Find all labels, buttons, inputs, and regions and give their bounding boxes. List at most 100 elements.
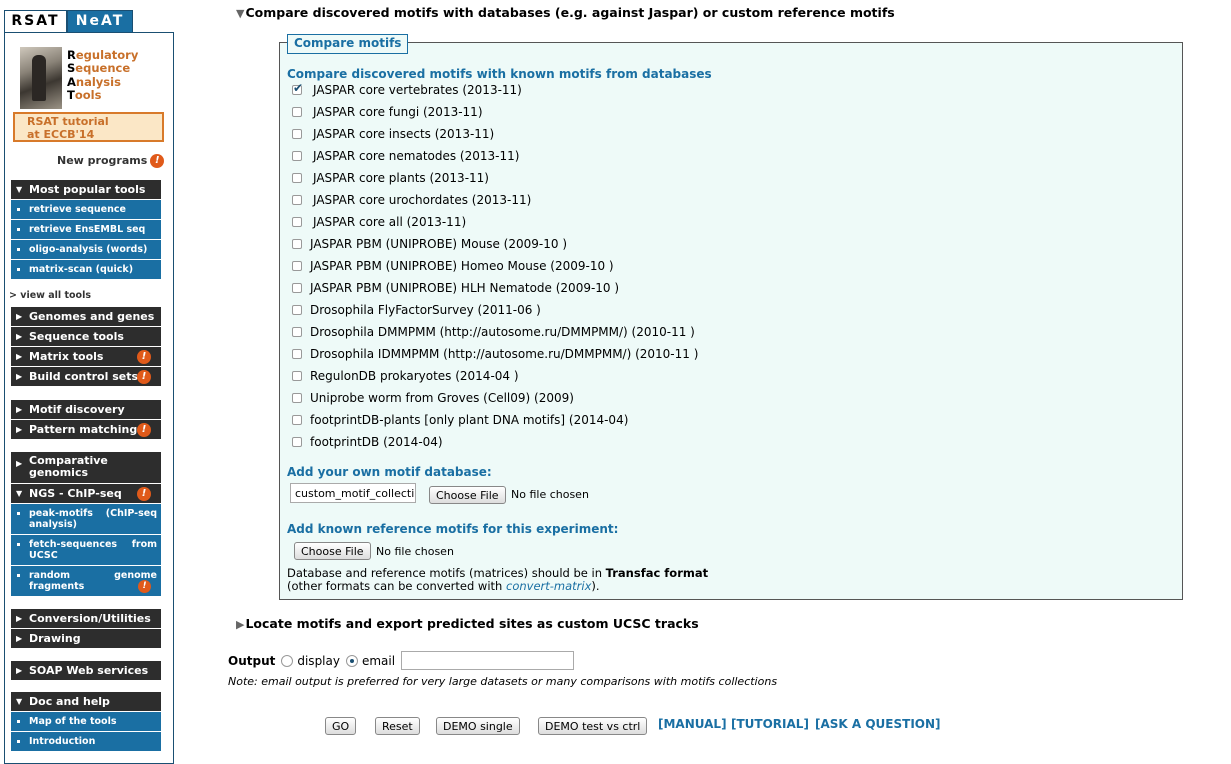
convert-matrix-link[interactable]: convert-matrix [506,579,591,593]
menu-motif-discovery[interactable]: ▶ Motif discovery [11,400,161,420]
compare-motifs-legend: Compare motifs [287,34,409,54]
database-label: JASPAR core fungi (2013-11) [313,105,483,119]
database-checkbox[interactable] [292,437,302,447]
output-label: Output [228,653,276,668]
demo-single-button[interactable]: DEMO single [436,717,520,735]
menu-item-retrieve-ensembl[interactable]: retrieve EnsEMBL seq [11,220,161,240]
database-checkbox[interactable] [292,239,302,249]
database-option[interactable]: JASPAR core fungi (2013-11) [292,103,483,121]
menu-item-introduction[interactable]: Introduction [11,732,161,752]
database-checkbox[interactable] [292,349,302,359]
email-input[interactable] [401,651,575,670]
ask-question-link[interactable]: [ASK A QUESTION] [815,717,941,731]
database-label: JASPAR PBM (UNIPROBE) Mouse (2009-10 ) [310,237,567,251]
triangle-down-icon: ▼ [236,7,245,20]
database-checkbox[interactable] [292,151,302,161]
menu-sequence-tools[interactable]: ▶ Sequence tools [11,327,161,347]
rsat-logo-text[interactable]: Regulatory Sequence Analysis Tools [67,48,138,102]
menu-item-retrieve-sequence[interactable]: retrieve sequence [11,200,161,220]
menu-item-map-of-tools[interactable]: Map of the tools [11,712,161,732]
triangle-down-icon: ▼ [16,185,23,194]
database-label: JASPAR core plants (2013-11) [313,171,489,185]
reset-button[interactable]: Reset [375,717,420,735]
menu-item-fetch-sequences[interactable]: fetch-sequences from UCSC [11,535,161,566]
triangle-right-icon: ▶ [16,352,23,361]
database-checkbox[interactable] [292,129,302,139]
output-row: Output display email [228,651,575,670]
menu-genomes-and-genes[interactable]: ▶ Genomes and genes [11,307,161,327]
menu-header-popular[interactable]: ▼ Most popular tools [11,180,161,200]
database-checkbox[interactable] [292,415,302,425]
compare-section-toggle[interactable]: ▼Compare discovered motifs with database… [236,5,895,20]
database-option[interactable]: JASPAR core plants (2013-11) [292,169,489,187]
database-option[interactable]: JASPAR core nematodes (2013-11) [292,147,519,165]
database-checkbox[interactable] [292,107,302,117]
custom-motif-db-input[interactable]: custom_motif_collecti [290,483,416,503]
database-label: JASPAR PBM (UNIPROBE) Homeo Mouse (2009-… [310,259,614,273]
warning-icon: ! [150,154,165,168]
database-option[interactable]: Drosophila FlyFactorSurvey (2011-06 ) [292,301,541,319]
database-checkbox[interactable] [292,305,302,315]
triangle-right-icon: ▶ [16,332,23,341]
database-option[interactable]: Uniprobe worm from Groves (Cell09) (2009… [292,389,574,407]
database-checkbox[interactable] [292,327,302,337]
database-option[interactable]: JASPAR core all (2013-11) [292,213,466,231]
database-checkbox[interactable] [292,283,302,293]
database-option[interactable]: JASPAR PBM (UNIPROBE) Mouse (2009-10 ) [292,235,567,253]
database-option[interactable]: JASPAR core insects (2013-11) [292,125,494,143]
database-option[interactable]: footprintDB (2014-04) [292,433,443,451]
database-checkbox[interactable] [292,371,302,381]
database-checkbox[interactable] [292,261,302,271]
database-option[interactable]: Drosophila IDMMPMM (http://autosome.ru/D… [292,345,698,363]
triangle-right-icon: ▶ [236,618,245,631]
database-option[interactable]: JASPAR PBM (UNIPROBE) Homeo Mouse (2009-… [292,257,614,275]
menu-build-control-sets[interactable]: ▶ Build control sets! [11,367,161,387]
database-option[interactable]: JASPAR PBM (UNIPROBE) HLH Nematode (2009… [292,279,619,297]
choose-file-button-ref[interactable]: Choose File [294,542,371,560]
warning-icon: ! [137,423,151,437]
menu-drawing[interactable]: ▶ Drawing [11,629,161,649]
database-option[interactable]: JASPAR core vertebrates (2013-11) [292,81,522,99]
database-option[interactable]: Drosophila DMMPMM (http://autosome.ru/DM… [292,323,695,341]
database-label: Drosophila IDMMPMM (http://autosome.ru/D… [310,347,699,361]
database-checkbox[interactable] [292,81,303,95]
go-button[interactable]: GO [325,717,357,735]
locate-section-toggle[interactable]: ▶Locate motifs and export predicted site… [236,616,699,631]
database-option[interactable]: RegulonDB prokaryotes (2014-04 ) [292,367,519,385]
tab-neat[interactable]: NeAT [67,10,133,33]
database-label: JASPAR core insects (2013-11) [313,127,495,141]
output-email-radio[interactable] [345,654,358,667]
menu-item-peak-motifs[interactable]: peak-motifs (ChIP-seq analysis) [11,504,161,535]
database-checkbox[interactable] [292,195,302,205]
database-option[interactable]: footprintDB-plants [only plant DNA motif… [292,411,628,429]
output-display-radio[interactable] [281,654,294,667]
triangle-right-icon: ▶ [16,372,23,381]
menu-ngs-chip-seq[interactable]: ▼ NGS - ChIP-seq! [11,484,161,504]
view-all-tools-link[interactable]: > view all tools [9,290,91,301]
triangle-right-icon: ▶ [16,459,23,468]
database-checkbox[interactable] [292,217,302,227]
manual-link[interactable]: [MANUAL] [658,717,727,731]
menu-comparative-genomics[interactable]: ▶ Comparative genomics [11,452,161,484]
database-label: Drosophila FlyFactorSurvey (2011-06 ) [310,303,541,317]
menu-doc-and-help[interactable]: ▼ Doc and help [11,692,161,712]
menu-conversion-utilities[interactable]: ▶ Conversion/Utilities [11,609,161,629]
demo-test-vs-ctrl-button[interactable]: DEMO test vs ctrl [538,717,648,735]
database-checkbox[interactable] [292,393,302,403]
menu-soap-web-services[interactable]: ▶ SOAP Web services [11,661,161,681]
choose-file-button-db[interactable]: Choose File [429,486,506,504]
tutorial-banner[interactable]: RSAT tutorial at ECCB'14 [13,112,164,142]
tab-rsat[interactable]: RSAT [4,10,67,32]
menu-item-oligo-analysis[interactable]: oligo-analysis (words) [11,240,161,260]
menu-item-matrix-scan[interactable]: matrix-scan (quick) [11,260,161,280]
menu-item-random-genome-fragments[interactable]: random genome fragments ! [11,566,161,597]
menu-matrix-tools[interactable]: ▶ Matrix tools! [11,347,161,367]
new-programs-link[interactable]: New programs! [57,154,165,168]
database-option[interactable]: JASPAR core urochordates (2013-11) [292,191,531,209]
rsat-logo-image[interactable] [20,47,62,109]
menu-pattern-matching[interactable]: ▶ Pattern matching! [11,420,161,440]
database-label: JASPAR PBM (UNIPROBE) HLH Nematode (2009… [310,281,620,295]
tutorial-link[interactable]: [TUTORIAL] [731,717,809,731]
db-heading: Compare discovered motifs with known mot… [287,67,712,81]
database-checkbox[interactable] [292,173,302,183]
